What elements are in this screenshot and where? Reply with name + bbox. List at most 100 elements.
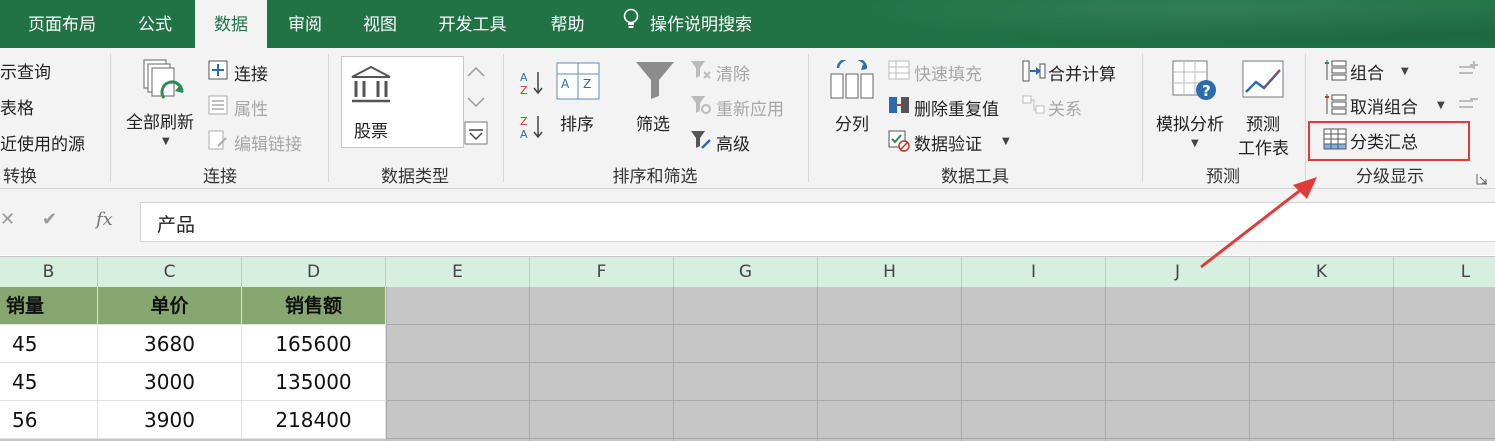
column-header-i[interactable]: I <box>962 257 1106 287</box>
cell-price[interactable]: 3680 <box>98 325 242 363</box>
svg-text:Z: Z <box>583 77 591 91</box>
cell-header-unit-price[interactable]: 单价 <box>98 287 242 325</box>
cell-header-sales-amount[interactable]: 销售额 <box>242 287 386 325</box>
advanced-filter-icon <box>690 130 712 154</box>
flash-fill-button[interactable]: 快速填充 <box>914 60 982 85</box>
tell-me-search[interactable]: 操作说明搜索 <box>622 0 792 48</box>
consolidate-button[interactable]: 合并计算 <box>1048 60 1116 85</box>
sort-button[interactable]: 排序 <box>560 110 594 135</box>
cell-amount[interactable]: 218400 <box>242 401 386 439</box>
stocks-label: 股票 <box>354 122 388 142</box>
forecast-sheet-button-line2[interactable]: 工作表 <box>1238 134 1289 159</box>
subtotal-button[interactable]: 分类汇总 <box>1350 128 1418 153</box>
group-divider <box>1142 54 1143 182</box>
svg-text:?: ? <box>1202 82 1211 100</box>
what-if-analysis-button[interactable]: 模拟分析 <box>1156 110 1224 135</box>
tab-developer[interactable]: 开发工具 <box>425 0 520 48</box>
confirm-entry-icon[interactable]: ✔ <box>42 209 57 230</box>
cell-price[interactable]: 3000 <box>98 363 242 401</box>
refresh-all-dropdown[interactable]: ▼ <box>162 136 170 147</box>
column-header-f[interactable]: F <box>530 257 674 287</box>
svg-text:A: A <box>561 77 570 91</box>
forecast-sheet-button[interactable]: 预测 <box>1246 110 1280 135</box>
sort-descending-icon[interactable]: ZA <box>520 114 544 144</box>
edit-links-button[interactable]: 编辑链接 <box>234 130 302 155</box>
column-header-g[interactable]: G <box>674 257 818 287</box>
column-header-e[interactable]: E <box>386 257 530 287</box>
formula-content: 产品 <box>157 214 196 236</box>
group-dropdown[interactable]: ▼ <box>1401 66 1409 77</box>
stocks-gallery-item[interactable]: 股票 <box>341 56 464 148</box>
data-validation-button[interactable]: 数据验证 <box>914 130 982 155</box>
column-header-d[interactable]: D <box>242 257 386 287</box>
recent-sources-button[interactable]: 近使用的源 <box>0 130 85 155</box>
group-divider <box>808 54 809 182</box>
text-to-columns-icon <box>830 56 876 104</box>
sort-icon: AZ <box>556 62 600 104</box>
from-table-button[interactable]: 表格 <box>0 94 34 119</box>
advanced-button[interactable]: 高级 <box>716 130 750 155</box>
properties-button[interactable]: 属性 <box>234 95 268 120</box>
ungroup-dropdown[interactable]: ▼ <box>1437 100 1445 111</box>
filter-button[interactable]: 筛选 <box>636 110 670 135</box>
tab-page-layout[interactable]: 页面布局 <box>12 0 112 48</box>
relationships-button[interactable]: 关系 <box>1048 95 1082 120</box>
cell-header-sales-qty[interactable]: 销量 <box>0 287 98 325</box>
column-header-h[interactable]: H <box>818 257 962 287</box>
column-header-b[interactable]: B <box>0 257 98 287</box>
data-validation-dropdown[interactable]: ▼ <box>1002 136 1010 147</box>
group-button[interactable]: 组合 <box>1350 59 1384 84</box>
refresh-all-icon <box>140 58 188 110</box>
insert-function-icon[interactable]: fx <box>96 209 113 230</box>
remove-duplicates-button[interactable]: 删除重复值 <box>914 95 999 120</box>
hide-detail-icon[interactable] <box>1455 93 1479 119</box>
refresh-all-button[interactable]: 全部刷新 <box>126 108 194 133</box>
remove-duplicates-icon <box>888 95 910 119</box>
reapply-button[interactable]: 重新应用 <box>716 95 784 120</box>
worksheet-grid: 销量 单价 销售额 45 3680 165600 45 3000 135000 … <box>0 287 1495 441</box>
tab-help[interactable]: 帮助 <box>530 0 605 48</box>
connections-icon <box>208 60 228 84</box>
ungroup-button[interactable]: 取消组合 <box>1350 93 1418 118</box>
cell-qty[interactable]: 56 <box>0 401 98 439</box>
text-to-columns-button[interactable]: 分列 <box>835 110 869 135</box>
cell-price[interactable]: 3900 <box>98 401 242 439</box>
cancel-entry-icon[interactable]: ✕ <box>0 209 15 230</box>
clear-button[interactable]: 清除 <box>716 60 750 85</box>
svg-text:A: A <box>520 71 528 84</box>
show-queries-button[interactable]: 示查询 <box>0 58 51 83</box>
flash-fill-icon <box>888 60 910 84</box>
what-if-dropdown[interactable]: ▼ <box>1191 138 1199 149</box>
cell-qty[interactable]: 45 <box>0 363 98 401</box>
group-divider <box>503 54 504 182</box>
tab-formulas[interactable]: 公式 <box>120 0 190 48</box>
cell-qty[interactable]: 45 <box>0 325 98 363</box>
ungroup-icon <box>1323 93 1347 119</box>
group-divider <box>1305 54 1306 182</box>
dialog-launcher-icon[interactable] <box>1476 170 1488 189</box>
column-header-c[interactable]: C <box>98 257 242 287</box>
empty-cells-grid <box>386 287 1495 441</box>
relationships-icon <box>1022 95 1046 119</box>
data-tools-group-label: 数据工具 <box>941 167 1009 187</box>
connections-button[interactable]: 连接 <box>234 60 268 85</box>
annotation-arrow <box>1200 177 1317 269</box>
cell-amount[interactable]: 165600 <box>242 325 386 363</box>
sort-ascending-icon[interactable]: AZ <box>520 70 544 100</box>
what-if-analysis-icon: ? <box>1172 60 1218 108</box>
show-detail-icon[interactable] <box>1455 59 1479 85</box>
clear-filter-icon <box>690 60 712 84</box>
tab-review[interactable]: 审阅 <box>272 0 338 48</box>
reapply-icon <box>690 95 712 119</box>
tab-view[interactable]: 视图 <box>345 0 415 48</box>
tab-data[interactable]: 数据 <box>195 0 267 48</box>
cell-amount[interactable]: 135000 <box>242 363 386 401</box>
group-divider <box>110 54 111 182</box>
data-validation-icon <box>888 130 910 156</box>
gallery-scroll[interactable] <box>464 58 488 146</box>
sort-filter-group-label: 排序和筛选 <box>612 167 698 187</box>
data-types-group-label: 数据类型 <box>381 167 449 187</box>
column-header-l[interactable]: L <box>1394 257 1495 287</box>
svg-text:Z: Z <box>520 84 528 96</box>
filter-icon <box>634 60 676 104</box>
